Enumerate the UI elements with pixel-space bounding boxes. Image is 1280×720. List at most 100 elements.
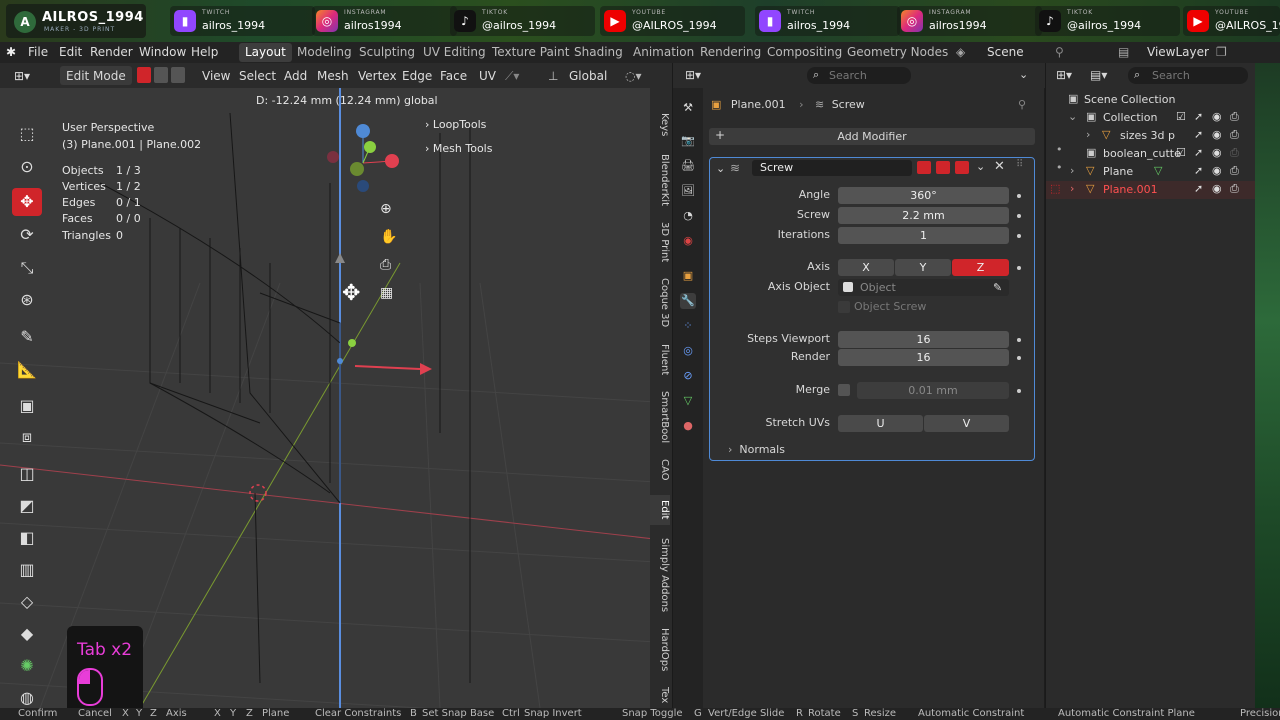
add-modifier-button[interactable]: + Add Modifier xyxy=(709,128,1035,145)
menu-window[interactable]: Window xyxy=(139,45,186,59)
bevel-icon[interactable]: ◩ xyxy=(12,492,42,520)
select-box-icon[interactable]: ⬚ xyxy=(12,120,42,148)
shrink-fatten-icon[interactable]: ◍ xyxy=(12,684,42,708)
chevron-right-icon[interactable]: › xyxy=(1086,128,1090,141)
menu-select[interactable]: Select xyxy=(239,69,276,83)
select-arrow-icon[interactable]: ➚ xyxy=(1194,182,1203,195)
transform-icon[interactable]: ⊛ xyxy=(12,286,42,314)
object-tab-icon[interactable]: ▣ xyxy=(680,268,696,284)
tool-tab-icon[interactable]: ⚒ xyxy=(680,100,696,116)
render-tab-icon[interactable]: 📷 xyxy=(680,133,696,149)
data-tab-icon[interactable]: ▽ xyxy=(680,393,696,409)
menu-uv[interactable]: UV xyxy=(479,69,496,83)
menu-view[interactable]: View xyxy=(202,69,230,83)
knife-icon[interactable]: ▥ xyxy=(12,556,42,584)
menu-render[interactable]: Render xyxy=(90,45,133,59)
keyframe-dot-icon[interactable] xyxy=(1017,389,1021,393)
cursor-icon[interactable]: ⊙ xyxy=(12,153,42,181)
scene-selector[interactable]: Scene xyxy=(987,45,1024,59)
tab-texture-paint[interactable]: Texture Paint xyxy=(486,43,575,62)
spin-icon[interactable]: ◆ xyxy=(12,620,42,648)
modifier-tab-icon[interactable]: 🔧 xyxy=(680,293,696,309)
object-screw-checkbox[interactable] xyxy=(838,301,850,313)
tab-shading[interactable]: Shading xyxy=(568,43,629,62)
display-mode-icon[interactable]: ▤▾ xyxy=(1090,68,1107,82)
inset-icon[interactable]: ◫ xyxy=(12,460,42,488)
orientation-selector[interactable]: Global xyxy=(569,69,607,83)
select-arrow-icon[interactable]: ➚ xyxy=(1194,128,1203,141)
merge-checkbox[interactable] xyxy=(838,384,850,396)
render-toggle-icon[interactable] xyxy=(955,161,969,174)
tab-sculpting[interactable]: Sculpting xyxy=(353,43,421,62)
view-layer-tab-icon[interactable]: 🖼 xyxy=(680,183,696,199)
select-arrow-icon[interactable]: ➚ xyxy=(1194,146,1203,159)
camera-icon[interactable]: ⎙ xyxy=(1230,110,1239,124)
steps-viewport-field[interactable]: 16 xyxy=(838,331,1009,348)
material-tab-icon[interactable]: ● xyxy=(680,418,696,434)
menu-mesh[interactable]: Mesh xyxy=(317,69,349,83)
dropdown-icon[interactable]: ⌄ xyxy=(976,160,985,173)
collapse-chevron-icon[interactable]: ⌄ xyxy=(716,162,725,175)
pan-hand-icon[interactable]: ✋ xyxy=(380,229,397,245)
editor-type-icon[interactable]: ⊞▾ xyxy=(14,69,30,83)
tab-cao[interactable]: CAO xyxy=(650,455,670,485)
angle-field[interactable]: 360° xyxy=(838,187,1009,204)
chevron-right-icon[interactable]: › xyxy=(1070,182,1074,195)
tab-keys[interactable]: Keys xyxy=(650,110,670,140)
tab-tex[interactable]: Tex xyxy=(650,685,670,705)
outliner-row-boolean[interactable]: • ▣ boolean_cutte ☑ ➚ ◉ ⎙ xyxy=(1046,143,1256,163)
tab-rendering[interactable]: Rendering xyxy=(694,43,767,62)
zoom-icon[interactable]: ⊕ xyxy=(380,201,392,217)
measure-icon[interactable]: 📐 xyxy=(12,356,42,384)
constraints-tab-icon[interactable]: ⊘ xyxy=(680,368,696,384)
tab-uv-editing[interactable]: UV Editing xyxy=(417,43,492,62)
eyedropper-icon[interactable]: ✎ xyxy=(993,279,1002,296)
keyframe-dot-icon[interactable] xyxy=(1017,234,1021,238)
keyframe-dot-icon[interactable] xyxy=(1017,266,1021,270)
smooth-icon[interactable]: ✺ xyxy=(12,652,42,680)
move-icon[interactable]: ✥ xyxy=(12,188,42,216)
iterations-field[interactable]: 1 xyxy=(838,227,1009,244)
blender-logo-icon[interactable]: ✱ xyxy=(6,45,16,59)
extrude-icon[interactable]: ⧈ xyxy=(12,423,42,451)
keyframe-dot-icon[interactable] xyxy=(1017,356,1021,360)
uv-sync-icon[interactable]: ⟋▾ xyxy=(505,69,519,84)
normals-subpanel[interactable]: › Normals xyxy=(728,443,785,456)
keyframe-dot-icon[interactable] xyxy=(1017,214,1021,218)
tab-fluent[interactable]: Fluent xyxy=(650,340,670,380)
axis-object-field[interactable]: Object ✎ xyxy=(838,279,1009,296)
merge-distance-field[interactable]: 0.01 mm xyxy=(857,382,1009,399)
checkbox-icon[interactable]: ☑ xyxy=(1176,110,1186,123)
menu-add[interactable]: Add xyxy=(284,69,307,83)
world-tab-icon[interactable]: ◉ xyxy=(680,233,696,249)
face-select-icon[interactable] xyxy=(171,67,185,83)
tab-blenderkit[interactable]: BlenderKit xyxy=(650,150,670,210)
drag-handle-icon[interactable]: ⠿ xyxy=(1016,159,1023,170)
outliner-row-collection[interactable]: ⌄ ▣ Collection ☑ ➚ ◉ ⎙ xyxy=(1046,109,1256,127)
menu-vertex[interactable]: Vertex xyxy=(358,69,397,83)
eye-icon[interactable]: ◉ xyxy=(1212,128,1222,141)
outliner-row-scene-collection[interactable]: ▣ Scene Collection xyxy=(1046,91,1256,109)
camera-icon[interactable]: ⎙ xyxy=(1230,128,1239,142)
edit-mode-toggle-icon[interactable] xyxy=(917,161,931,174)
menu-help[interactable]: Help xyxy=(191,45,218,59)
grid-view-icon[interactable]: ▦ xyxy=(380,285,393,301)
pin-icon[interactable]: ⚲ xyxy=(1055,45,1064,59)
stretch-u-toggle[interactable]: U xyxy=(838,415,923,432)
checkbox-icon[interactable]: ☑ xyxy=(1176,146,1186,159)
select-arrow-icon[interactable]: ➚ xyxy=(1194,110,1203,123)
rotate-icon[interactable]: ⟳ xyxy=(12,221,42,249)
tab-3d-print[interactable]: 3D Print xyxy=(650,220,670,265)
viewport-toggle-icon[interactable] xyxy=(936,161,950,174)
axis-x-button[interactable]: X xyxy=(838,259,894,276)
select-arrow-icon[interactable]: ➚ xyxy=(1194,164,1203,177)
properties-search[interactable]: ⌕ Search xyxy=(807,67,911,84)
panel-mesh-tools[interactable]: › Mesh Tools xyxy=(425,142,492,155)
outliner-row-plane-001[interactable]: ⬚ › ▽ Plane.001 ➚ ◉ ⎙ xyxy=(1046,181,1256,199)
axis-z-button[interactable]: Z xyxy=(952,259,1009,276)
add-cube-icon[interactable]: ▣ xyxy=(12,392,42,420)
annotate-icon[interactable]: ✎ xyxy=(12,323,42,351)
copy-icon[interactable]: ❐ xyxy=(1216,45,1227,59)
particles-tab-icon[interactable]: ⁘ xyxy=(680,318,696,334)
scene-tab-icon[interactable]: ◔ xyxy=(680,208,696,224)
